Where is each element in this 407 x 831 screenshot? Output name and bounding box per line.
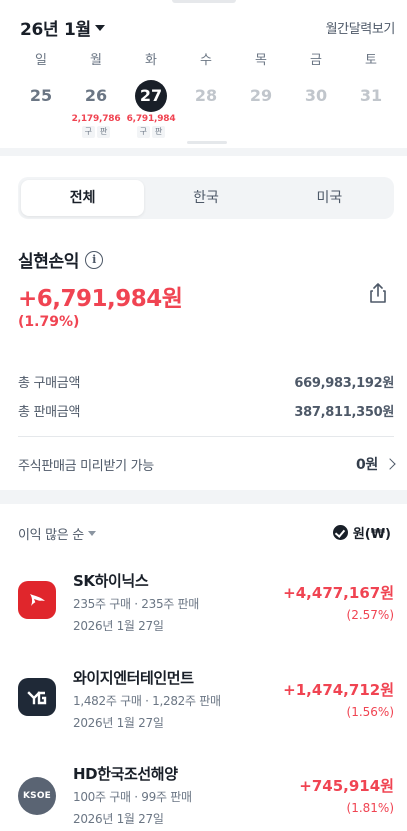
day-number: 30 bbox=[304, 86, 328, 105]
stock-gain: +745,914원 bbox=[299, 777, 394, 795]
list-item[interactable]: KSOE HD한국조선해양 100주 구매 · 99주 판매 2026년 1월 … bbox=[0, 763, 407, 831]
stock-name: HD한국조선해양 bbox=[73, 765, 178, 783]
day-number: 26 bbox=[84, 86, 108, 105]
sk-logo-icon bbox=[30, 594, 45, 606]
row-value: 387,811,350원 bbox=[294, 405, 394, 420]
tab-korea[interactable]: 한국 bbox=[144, 180, 267, 216]
day-of-week: 일 bbox=[35, 53, 47, 68]
week-pager-indicator bbox=[187, 141, 227, 144]
row-label: 총 구매금액 bbox=[18, 376, 81, 391]
day-of-week: 금 bbox=[310, 53, 322, 68]
stock-name: SK하이닉스 bbox=[73, 572, 149, 590]
sell-tag: 판 bbox=[152, 126, 166, 138]
day-of-week: 수 bbox=[200, 53, 212, 68]
profit-rate: (1.79%) bbox=[18, 314, 80, 330]
sort-selector[interactable]: 이익 많은 순 bbox=[18, 524, 96, 543]
currency-toggle[interactable]: 원(₩) bbox=[332, 523, 391, 542]
day-profit-amount: 2,179,786 bbox=[71, 114, 121, 124]
day-of-week: 화 bbox=[145, 53, 157, 68]
month-selector[interactable]: 26년 1월 bbox=[20, 15, 105, 40]
day-30[interactable]: 금 30 bbox=[288, 52, 344, 112]
day-25[interactable]: 일 25 bbox=[13, 52, 69, 112]
section-divider bbox=[0, 490, 407, 504]
advance-value: 0원 bbox=[355, 457, 378, 473]
stock-date: 2026년 1월 27일 bbox=[73, 716, 164, 730]
sk-hynix-logo bbox=[18, 581, 56, 619]
day-of-week: 토 bbox=[365, 53, 377, 68]
chevron-right-icon bbox=[384, 458, 396, 470]
currency-label: 원(₩) bbox=[352, 527, 391, 542]
buy-tag: 구 bbox=[81, 126, 95, 138]
total-sell-row: 총 판매금액 387,811,350원 bbox=[18, 401, 394, 420]
share-icon[interactable] bbox=[367, 282, 389, 304]
day-number: 29 bbox=[249, 86, 273, 105]
info-icon[interactable]: i bbox=[84, 250, 103, 269]
day-26[interactable]: 월 26 2,179,786 구 판 bbox=[68, 52, 124, 138]
stock-gain-rate: (1.81%) bbox=[346, 801, 394, 815]
tab-us[interactable]: 미국 bbox=[268, 180, 391, 216]
sort-label: 이익 많은 순 bbox=[18, 528, 84, 543]
list-item[interactable]: 와이지엔터테인먼트 1,482주 구매 · 1,282주 판매 2026년 1월… bbox=[0, 667, 407, 747]
day-29[interactable]: 목 29 bbox=[233, 52, 289, 112]
caret-down-icon bbox=[94, 25, 105, 31]
row-value: 669,983,192원 bbox=[294, 376, 394, 391]
day-profit-amount: 6,791,984 bbox=[126, 114, 176, 124]
sell-tag: 판 bbox=[97, 126, 111, 138]
stock-gain-rate: (2.57%) bbox=[346, 608, 394, 622]
caret-down-icon bbox=[87, 531, 96, 536]
ksoe-logo: KSOE bbox=[18, 777, 56, 815]
divider bbox=[18, 436, 394, 437]
stock-gain-rate: (1.56%) bbox=[346, 705, 394, 719]
month-label: 26년 1월 bbox=[20, 20, 91, 40]
day-27[interactable]: 화 27 6,791,984 구 판 bbox=[123, 52, 179, 138]
profit-total: +6,791,984원 bbox=[18, 286, 183, 312]
monthly-calendar-link[interactable]: 월간달력보기 bbox=[326, 18, 396, 37]
stock-gain: +4,477,167원 bbox=[283, 584, 394, 602]
tab-all[interactable]: 전체 bbox=[21, 180, 145, 216]
week-strip: 일 25 월 26 2,179,786 구 판 화 27 6,791,984 구… bbox=[0, 52, 407, 142]
advance-label: 주식판매금 미리받기 가능 bbox=[18, 458, 154, 474]
day-31[interactable]: 토 31 bbox=[343, 52, 399, 112]
yg-logo bbox=[18, 678, 56, 716]
day-28[interactable]: 수 28 bbox=[178, 52, 234, 112]
header: 26년 1월 월간달력보기 bbox=[0, 0, 407, 52]
day-of-week: 목 bbox=[255, 53, 267, 68]
stock-quantity: 1,482주 구매 · 1,282주 판매 bbox=[73, 694, 221, 708]
buy-tag: 구 bbox=[136, 126, 150, 138]
stock-date: 2026년 1월 27일 bbox=[73, 812, 164, 826]
list-item[interactable]: SK하이닉스 235주 구매 · 235주 판매 2026년 1월 27일 +4… bbox=[0, 570, 407, 650]
section-divider bbox=[0, 148, 407, 156]
stock-quantity: 235주 구매 · 235주 판매 bbox=[73, 597, 200, 611]
advance-payment-row[interactable]: 주식판매금 미리받기 가능 0원 bbox=[18, 454, 396, 474]
yg-logo-icon bbox=[27, 691, 47, 705]
stock-name: 와이지엔터테인먼트 bbox=[73, 669, 194, 687]
stock-gain: +1,474,712원 bbox=[283, 681, 394, 699]
row-label: 총 판매금액 bbox=[18, 405, 81, 420]
realized-pnl-title: 실현손익 i bbox=[18, 247, 103, 272]
market-tabs: 전체 한국 미국 bbox=[18, 177, 394, 219]
day-number: 27 bbox=[135, 80, 167, 112]
total-buy-row: 총 구매금액 669,983,192원 bbox=[18, 372, 394, 391]
day-number: 31 bbox=[359, 86, 383, 105]
stock-quantity: 100주 구매 · 99주 판매 bbox=[73, 790, 192, 804]
day-number: 25 bbox=[29, 86, 53, 105]
stock-date: 2026년 1월 27일 bbox=[73, 619, 164, 633]
check-circle-icon bbox=[332, 525, 348, 540]
section-title-label: 실현손익 bbox=[18, 252, 79, 272]
day-number: 28 bbox=[194, 86, 218, 105]
day-of-week: 월 bbox=[90, 53, 102, 68]
